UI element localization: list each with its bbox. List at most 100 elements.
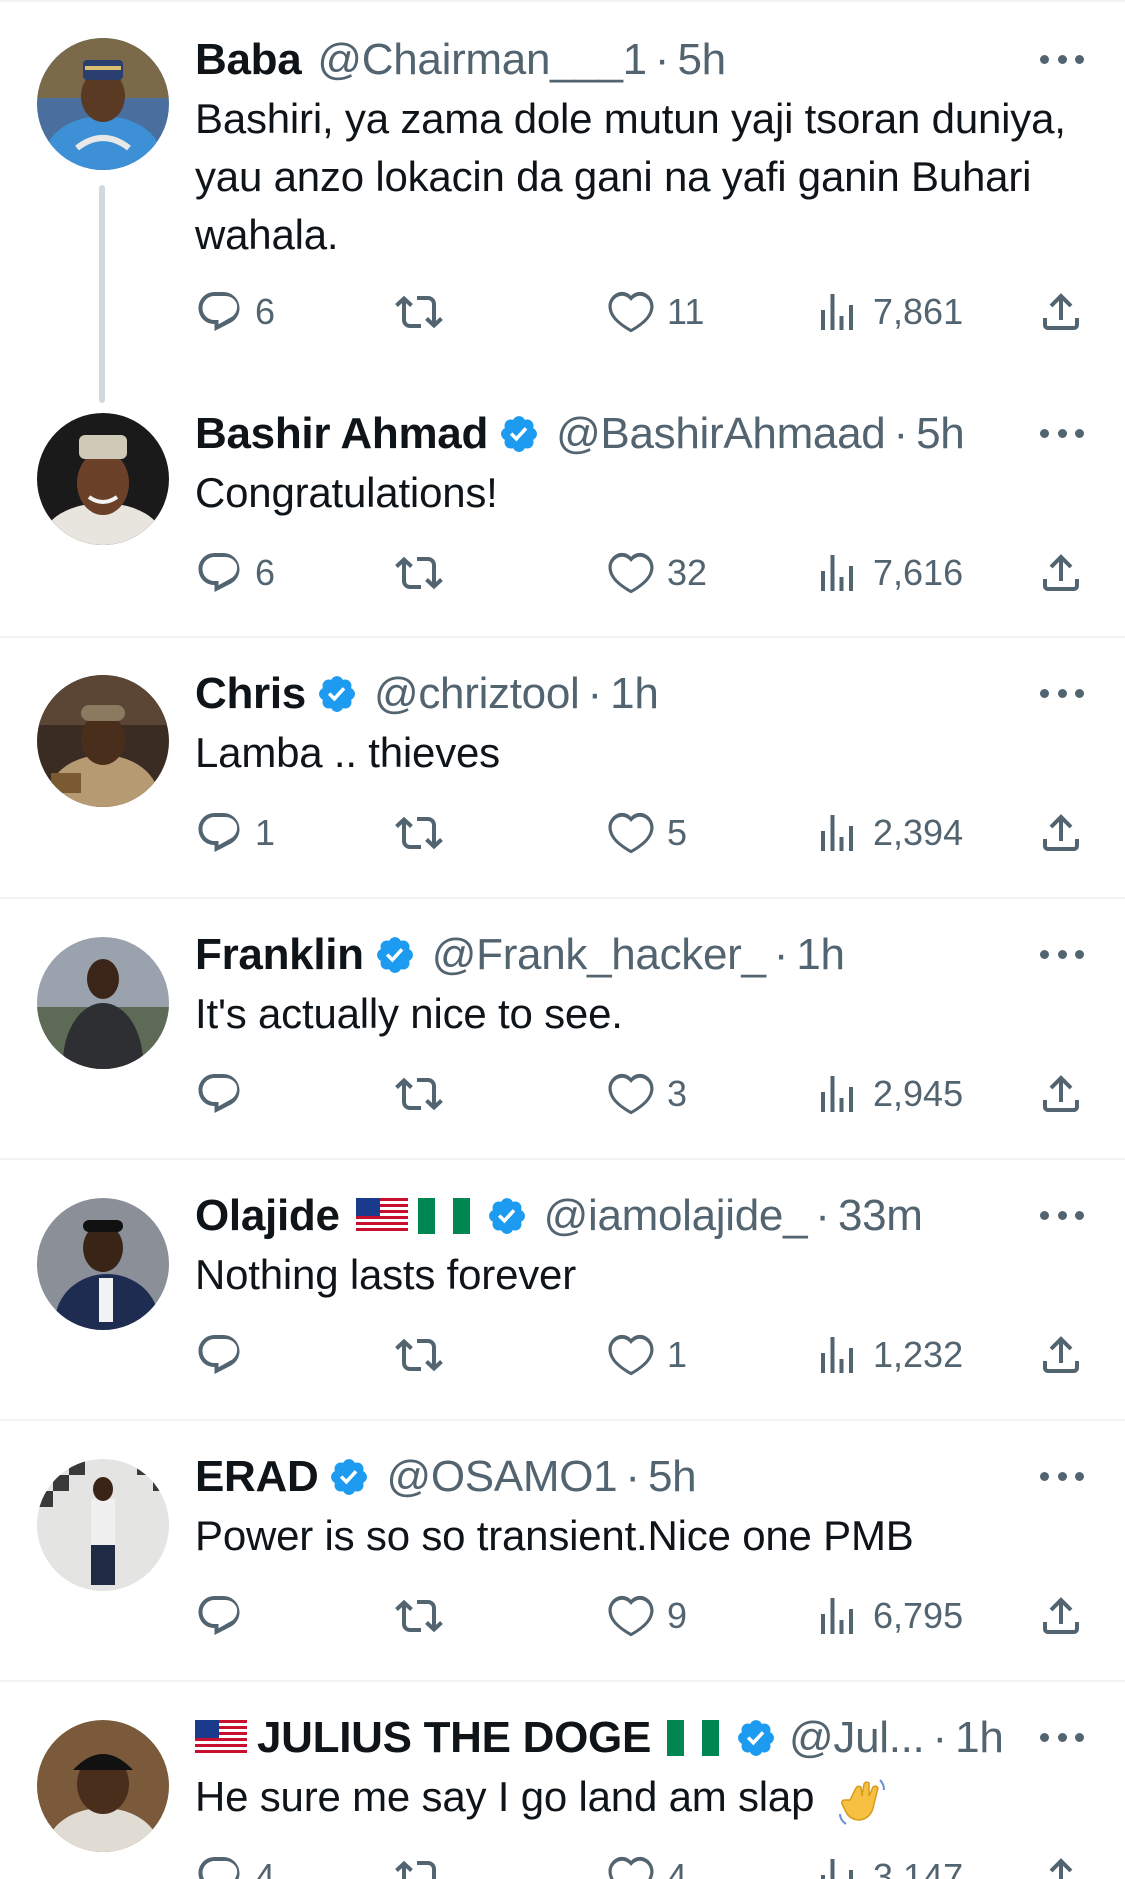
views-button[interactable]: 1,232 [813, 1329, 963, 1381]
tweet[interactable]: Chris @chriztool · 1h Lamba .. thieves 1… [0, 638, 1125, 899]
retweet-button[interactable] [395, 1329, 455, 1381]
share-button[interactable] [1037, 807, 1085, 859]
like-button[interactable]: 5 [607, 807, 687, 859]
display-name[interactable]: Bashir Ahmad [195, 406, 488, 462]
user-handle[interactable]: @OSAMO1 [386, 1449, 617, 1505]
retweet-button[interactable] [395, 547, 455, 599]
tweet[interactable]: ERAD @OSAMO1 · 5h Power is so so transie… [0, 1421, 1125, 1682]
share-button[interactable] [1037, 1068, 1085, 1120]
reply-button[interactable] [195, 1329, 255, 1381]
reply-count: 4 [255, 1856, 276, 1879]
retweet-button[interactable] [395, 1590, 455, 1642]
user-handle[interactable]: @iamolajide_ [544, 1188, 808, 1244]
reply-icon [198, 553, 240, 592]
reply-button[interactable]: 6 [195, 547, 275, 599]
heart-icon [608, 1595, 654, 1637]
more-icon[interactable] [1040, 53, 1084, 65]
avatar[interactable] [37, 937, 169, 1069]
more-icon[interactable] [1040, 1731, 1084, 1743]
share-button[interactable] [1037, 1590, 1085, 1642]
user-handle[interactable]: @Frank_hacker_ [432, 927, 766, 983]
separator-dot: · [815, 1191, 830, 1240]
tweet-text: Bashiri, ya zama dole mutun yaji tsoran … [195, 95, 1066, 258]
reply-button[interactable]: 6 [195, 286, 275, 338]
timestamp[interactable]: 5h [916, 406, 965, 462]
like-button[interactable]: 3 [607, 1068, 687, 1120]
more-icon[interactable] [1040, 948, 1084, 960]
views-button[interactable]: 2,945 [813, 1068, 963, 1120]
retweet-button[interactable] [395, 807, 455, 859]
share-icon [1043, 1336, 1079, 1373]
verified-badge-icon [374, 934, 416, 976]
views-button[interactable]: 3,147 [813, 1851, 963, 1879]
avatar[interactable] [37, 1198, 169, 1330]
retweet-button[interactable] [395, 1851, 455, 1879]
user-handle[interactable]: @Jul... [789, 1710, 925, 1766]
verified-badge-icon [316, 673, 358, 715]
views-button[interactable]: 2,394 [813, 807, 963, 859]
display-name[interactable]: Chris [195, 666, 306, 722]
retweet-button[interactable] [395, 1068, 455, 1120]
view-count: 7,861 [873, 291, 964, 332]
timestamp[interactable]: 5h [677, 32, 726, 88]
avatar[interactable] [37, 1459, 169, 1591]
tweet-header: Olajide @iamolajide_ · 33m [195, 1188, 923, 1244]
display-name[interactable]: JULIUS THE DOGE [257, 1710, 651, 1766]
views-button[interactable]: 7,861 [813, 286, 963, 338]
more-icon[interactable] [1040, 427, 1084, 439]
reply-icon [198, 813, 240, 852]
reply-button[interactable] [195, 1590, 255, 1642]
like-button[interactable]: 11 [607, 286, 704, 338]
like-button[interactable]: 32 [607, 547, 707, 599]
reply-button[interactable] [195, 1068, 255, 1120]
action-bar: 1 5 2,394 [195, 807, 1085, 859]
reply-count: 6 [255, 291, 276, 332]
more-icon[interactable] [1040, 687, 1084, 699]
like-button[interactable]: 9 [607, 1590, 687, 1642]
reply-button[interactable]: 1 [195, 807, 275, 859]
user-handle[interactable]: @chriztool [374, 666, 580, 722]
display-name[interactable]: Olajide [195, 1188, 340, 1244]
share-button[interactable] [1037, 286, 1085, 338]
avatar[interactable] [37, 1720, 169, 1852]
timestamp[interactable]: 33m [838, 1188, 923, 1244]
retweet-button[interactable] [395, 286, 455, 338]
tweet[interactable]: JULIUS THE DOGE @Jul... · 1h He sure me … [0, 1682, 1125, 1879]
heart-icon [608, 812, 654, 854]
avatar[interactable] [37, 413, 169, 545]
verified-badge-icon [735, 1717, 777, 1759]
timestamp[interactable]: 1h [796, 927, 845, 983]
more-icon[interactable] [1040, 1209, 1084, 1221]
user-handle[interactable]: @BashirAhmaad [556, 406, 886, 462]
display-name[interactable]: Baba [195, 32, 302, 88]
tweet[interactable]: Olajide @iamolajide_ · 33m Nothing lasts… [0, 1160, 1125, 1421]
views-button[interactable]: 7,616 [813, 547, 963, 599]
share-button[interactable] [1037, 547, 1085, 599]
tweet[interactable]: Bashir Ahmad @BashirAhmaad · 5h Congratu… [0, 380, 1125, 638]
timestamp[interactable]: 1h [955, 1710, 1004, 1766]
share-button[interactable] [1037, 1329, 1085, 1381]
retweet-icon [395, 295, 443, 329]
avatar[interactable] [37, 38, 169, 170]
views-button[interactable]: 6,795 [813, 1590, 963, 1642]
separator-dot: · [932, 1713, 948, 1762]
retweet-icon [395, 1599, 443, 1633]
timestamp[interactable]: 1h [610, 666, 659, 722]
display-name[interactable]: Franklin [195, 927, 364, 983]
share-icon [1043, 1075, 1079, 1112]
tweet[interactable]: Franklin @Frank_hacker_ · 1h It's actual… [0, 899, 1125, 1160]
user-handle[interactable]: @Chairman___1 [317, 32, 647, 88]
more-icon[interactable] [1040, 1470, 1084, 1482]
retweet-icon [395, 816, 443, 850]
avatar[interactable] [37, 675, 169, 807]
share-button[interactable] [1037, 1851, 1085, 1879]
reply-button[interactable]: 4 [195, 1851, 275, 1879]
timestamp[interactable]: 5h [648, 1449, 697, 1505]
tweet[interactable]: Baba @Chairman___1 · 5h Bashiri, ya zama… [0, 0, 1125, 380]
action-bar: 3 2,945 [195, 1068, 1085, 1120]
like-button[interactable]: 1 [607, 1329, 687, 1381]
like-button[interactable]: 4 [607, 1851, 687, 1879]
display-name[interactable]: ERAD [195, 1449, 319, 1505]
separator-dot: · [625, 1452, 640, 1501]
action-bar: 4 4 3,147 [195, 1851, 1085, 1879]
